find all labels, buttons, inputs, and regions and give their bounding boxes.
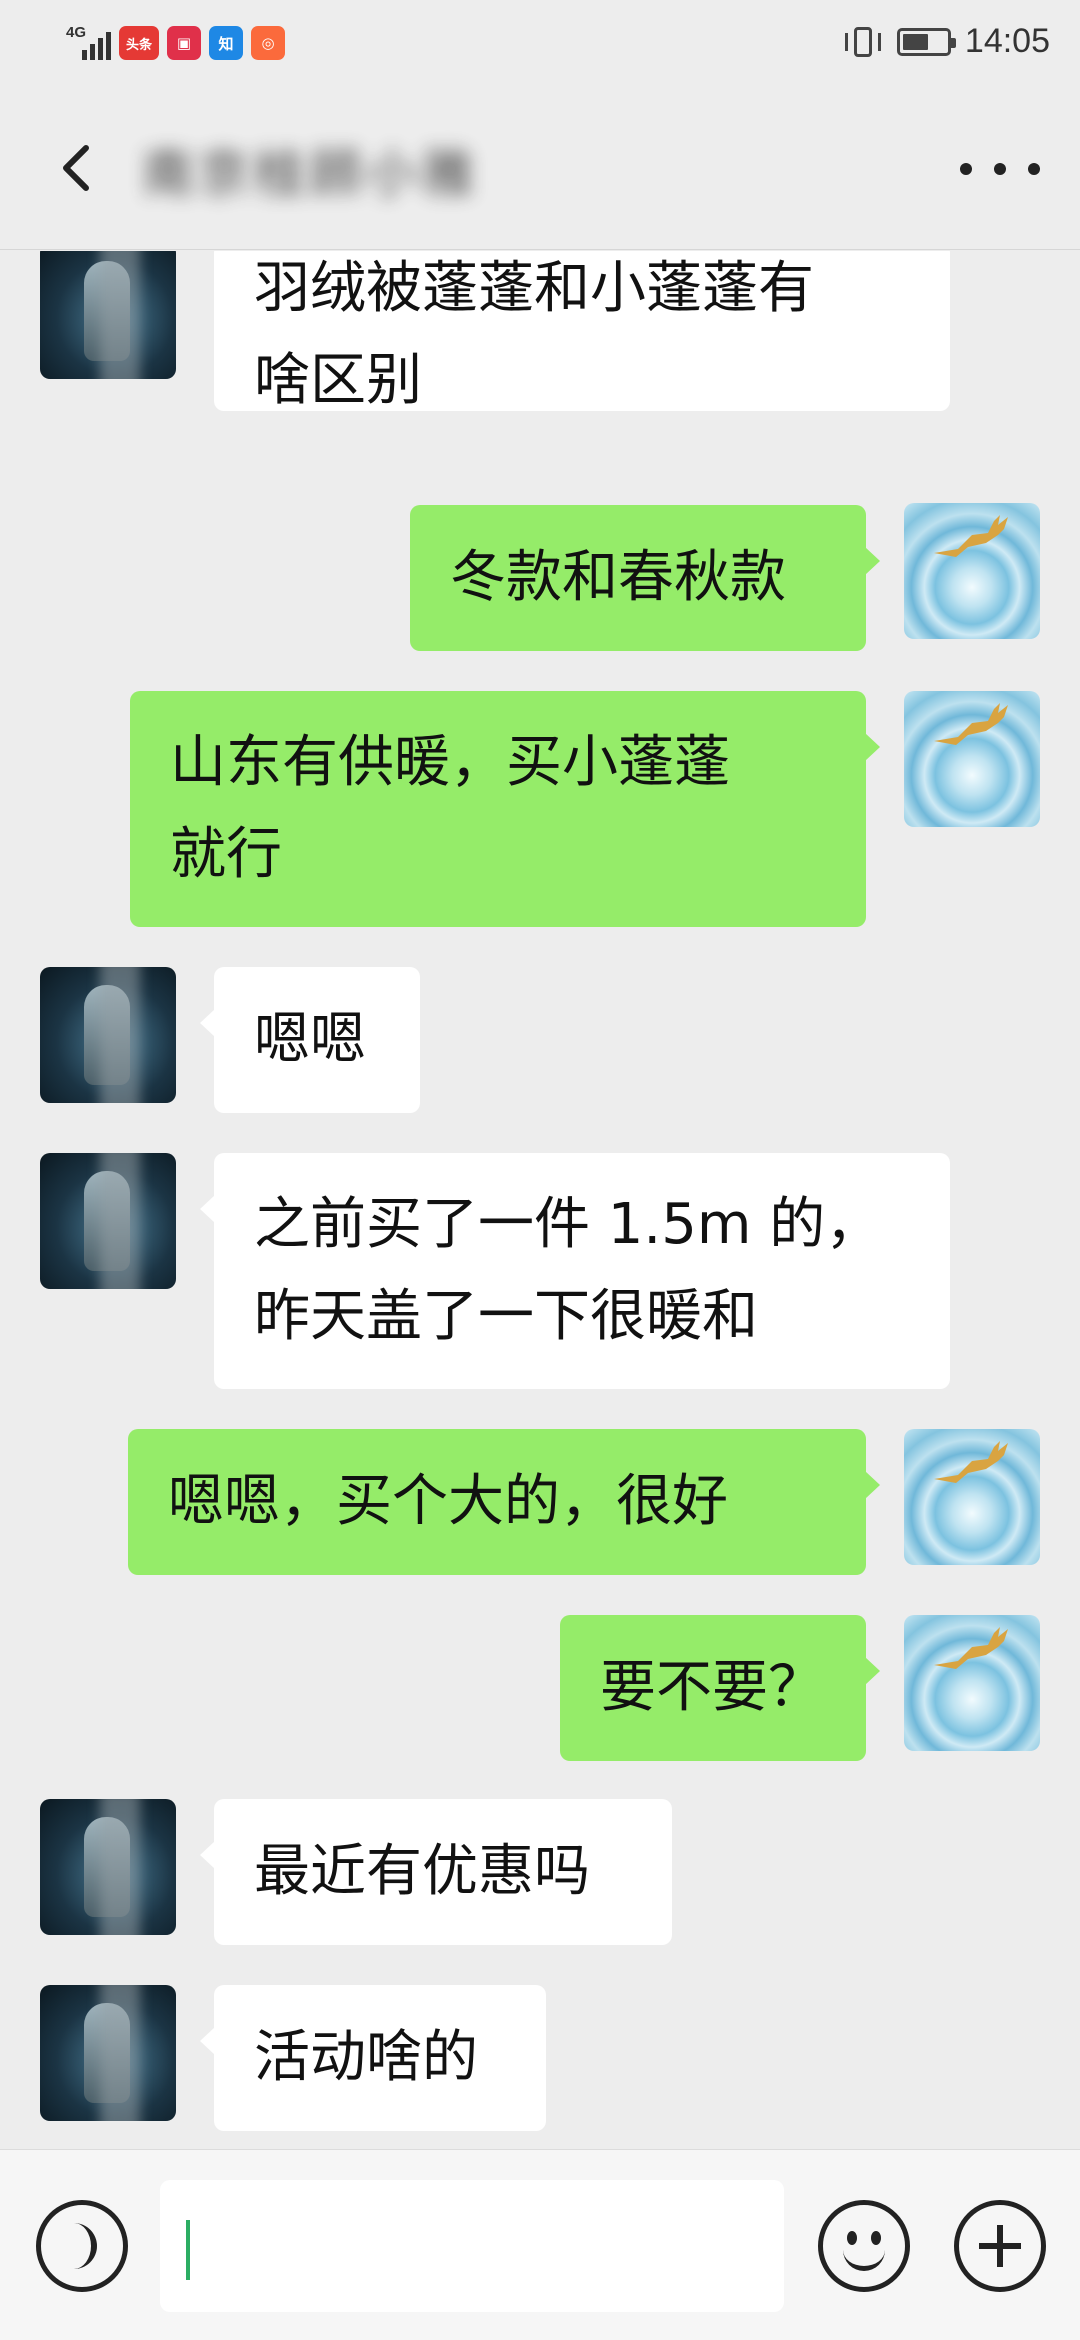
input-bar: [0, 2149, 1080, 2340]
contact-avatar[interactable]: [40, 1799, 176, 1935]
vibrate-icon: [843, 23, 883, 61]
deer-logo-icon: [934, 515, 1008, 557]
message-row-received: 羽绒被蓬蓬和小蓬蓬有 啥区别: [0, 251, 1080, 413]
message-text: 山东有供暖，买小蓬蓬 就行: [170, 730, 730, 887]
notification-app-icon: ◎: [251, 26, 285, 60]
message-bubble[interactable]: 冬款和春秋款: [410, 505, 880, 651]
status-left: 4G 头条 ▣ 知 ◎: [66, 24, 285, 60]
message-row-sent: 冬款和春秋款: [0, 503, 1080, 651]
message-text: 冬款和春秋款: [450, 545, 786, 610]
message-bubble[interactable]: 嗯嗯: [200, 967, 420, 1113]
notification-app-icon: ▣: [167, 26, 201, 60]
message-bubble[interactable]: 要不要？: [560, 1615, 880, 1761]
message-row-received: 最近有优惠吗: [0, 1799, 1080, 1945]
message-row-received: 活动啥的: [0, 1985, 1080, 2131]
message-bubble[interactable]: 羽绒被蓬蓬和小蓬蓬有 啥区别: [214, 251, 950, 413]
notification-app-icon: 头条: [119, 26, 159, 60]
message-row-sent: 山东有供暖，买小蓬蓬 就行: [0, 691, 1080, 927]
more-dots-icon[interactable]: [960, 144, 1040, 194]
contact-avatar[interactable]: [40, 251, 176, 379]
message-list[interactable]: 羽绒被蓬蓬和小蓬蓬有 啥区别 冬款和春秋款 山东有供暖，买小蓬蓬 就行 嗯嗯 之…: [0, 251, 1080, 2149]
status-right: 14:05: [843, 22, 1050, 61]
contact-avatar[interactable]: [40, 1153, 176, 1289]
chat-title: 南京桂顾小雅: [142, 145, 479, 205]
my-avatar[interactable]: [904, 503, 1040, 639]
message-text: 活动啥的: [254, 2025, 478, 2090]
plus-icon[interactable]: [954, 2200, 1046, 2292]
message-row-received: 嗯嗯: [0, 967, 1080, 1113]
message-text: 最近有优惠吗: [254, 1839, 590, 1904]
message-bubble[interactable]: 活动啥的: [200, 1985, 546, 2131]
message-text: 嗯嗯: [254, 1007, 366, 1072]
message-text: 之前买了一件 1.5m 的， 昨天盖了一下很暖和: [254, 1192, 882, 1349]
message-row-received: 之前买了一件 1.5m 的， 昨天盖了一下很暖和: [0, 1153, 1080, 1389]
clock: 14:05: [964, 22, 1050, 60]
message-input[interactable]: [160, 2180, 784, 2312]
deer-logo-icon: [934, 1441, 1008, 1483]
text-caret: [186, 2220, 190, 2280]
my-avatar[interactable]: [904, 1429, 1040, 1565]
my-avatar[interactable]: [904, 1615, 1040, 1751]
message-bubble[interactable]: 嗯嗯，买个大的，很好: [128, 1429, 880, 1575]
chat-header: 南京桂顾小雅: [0, 88, 1080, 250]
message-bubble[interactable]: 山东有供暖，买小蓬蓬 就行: [130, 691, 880, 927]
notification-app-icon: 知: [209, 26, 243, 60]
chevron-left-icon[interactable]: [48, 138, 108, 198]
network-type: 4G: [66, 24, 87, 41]
message-text: 嗯嗯，买个大的，很好: [168, 1469, 728, 1534]
signal-icon: 4G: [66, 24, 111, 60]
my-avatar[interactable]: [904, 691, 1040, 827]
message-bubble[interactable]: 最近有优惠吗: [200, 1799, 672, 1945]
contact-avatar[interactable]: [40, 1985, 176, 2121]
battery-icon: [896, 27, 956, 56]
voice-icon[interactable]: [36, 2200, 128, 2292]
message-text: 要不要？: [600, 1655, 824, 1720]
message-row-sent: 要不要？: [0, 1615, 1080, 1761]
message-bubble[interactable]: 之前买了一件 1.5m 的， 昨天盖了一下很暖和: [200, 1153, 950, 1389]
deer-logo-icon: [934, 1627, 1008, 1669]
message-row-sent: 嗯嗯，买个大的，很好: [0, 1429, 1080, 1575]
status-bar: 4G 头条 ▣ 知 ◎ 14:05: [0, 0, 1080, 88]
deer-logo-icon: [934, 703, 1008, 745]
message-text: 羽绒被蓬蓬和小蓬蓬有 啥区别: [254, 256, 814, 413]
emoji-icon[interactable]: [818, 2200, 910, 2292]
contact-avatar[interactable]: [40, 967, 176, 1103]
